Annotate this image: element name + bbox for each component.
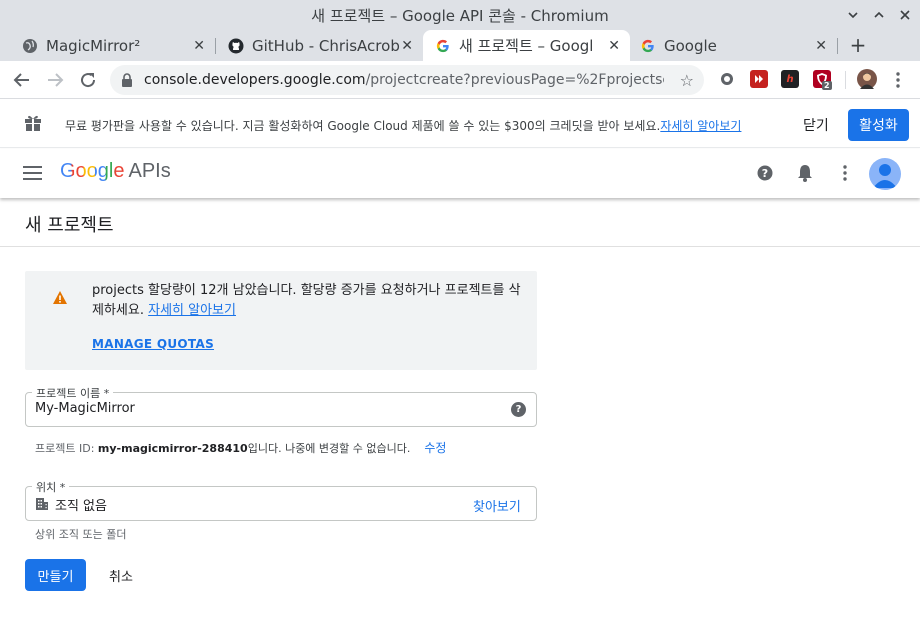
banner-learn-more-link[interactable]: 자세히 알아보기 [660, 119, 741, 133]
create-button[interactable]: 만들기 [25, 559, 86, 591]
tab-strip: MagicMirror² ✕ GitHub - ChrisAcrob ✕ 새 프… [0, 30, 920, 61]
url-text: console.developers.google.com/projectcre… [144, 72, 664, 88]
profile-avatar-icon[interactable] [857, 69, 877, 89]
project-name-input[interactable]: My-MagicMirror [35, 401, 135, 416]
help-icon[interactable]: ? [755, 163, 775, 183]
cancel-button[interactable]: 취소 [109, 566, 133, 585]
extension-badge: 2 [822, 81, 832, 90]
lock-icon [122, 73, 132, 87]
tab-new-project[interactable]: 새 프로젝트 – Googl ✕ [423, 30, 630, 61]
help-icon[interactable]: ? [511, 402, 526, 417]
extension-play-icon[interactable] [750, 70, 768, 88]
more-vertical-icon [896, 72, 900, 88]
tab-close-icon[interactable]: ✕ [608, 38, 620, 54]
banner-dismiss-button[interactable]: 닫기 [803, 115, 829, 135]
project-id-hint: 프로젝트 ID: my-magicmirror-288410입니다. 나중에 변… [35, 441, 447, 455]
google-apis-logo[interactable]: Google APIs [60, 160, 171, 183]
github-icon [228, 38, 244, 54]
extension-ublock-icon[interactable]: 2 [813, 70, 832, 90]
project-name-label: 프로젝트 이름 * [32, 385, 114, 401]
location-value: 조직 없음 [55, 499, 107, 514]
app-bar: Google APIs ? [0, 149, 920, 198]
google-g-icon [640, 38, 656, 54]
tab-label: MagicMirror² [46, 36, 141, 55]
window-titlebar: 새 프로젝트 – Google API 콘솔 - Chromium [0, 0, 920, 30]
notice-learn-more-link[interactable]: 자세히 알아보기 [148, 303, 236, 318]
notifications-bell-icon[interactable] [795, 163, 815, 183]
menu-hamburger-icon[interactable] [23, 166, 42, 180]
forward-button[interactable] [43, 68, 67, 92]
location-label: 위치 * [32, 479, 70, 495]
arrow-right-icon [48, 73, 64, 87]
window-maximize-icon[interactable] [870, 6, 888, 24]
browser-toolbar: console.developers.google.com/projectcre… [0, 61, 920, 99]
gift-icon [25, 115, 41, 131]
arrow-left-icon [13, 73, 29, 87]
address-bar[interactable]: console.developers.google.com/projectcre… [110, 65, 704, 95]
banner-text: 무료 평가판을 사용할 수 있습니다. 지금 활성화하여 Google Clou… [65, 119, 742, 133]
tab-close-icon[interactable]: ✕ [193, 38, 205, 54]
window-title: 새 프로젝트 – Google API 콘솔 - Chromium [311, 6, 609, 25]
window-menu-icon[interactable] [844, 6, 862, 24]
banner-activate-button[interactable]: 활성화 [848, 109, 909, 141]
notice-text: projects 할당량이 12개 남았습니다. 할당량 증가를 요청하거나 프… [92, 283, 521, 318]
svg-text:?: ? [762, 167, 768, 180]
reload-icon [81, 73, 96, 88]
edit-project-id-link[interactable]: 수정 [424, 441, 446, 455]
location-hint: 상위 조직 또는 폴더 [35, 528, 127, 541]
browser-menu-button[interactable] [886, 68, 910, 92]
extension-h-icon[interactable]: h [781, 70, 799, 88]
browse-location-button[interactable]: 찾아보기 [473, 496, 521, 515]
tab-close-icon[interactable]: ✕ [815, 38, 827, 54]
tab-label: 새 프로젝트 – Googl [459, 37, 594, 55]
tab-label: Google [664, 36, 717, 55]
location-field[interactable]: 위치 * 조직 없음 찾아보기 [25, 479, 537, 521]
window-close-icon[interactable] [896, 6, 914, 24]
free-trial-banner: 무료 평가판을 사용할 수 있습니다. 지금 활성화하여 Google Clou… [0, 100, 920, 148]
tab-google[interactable]: Google ✕ [630, 30, 837, 61]
manage-quotas-link[interactable]: MANAGE QUOTAS [92, 337, 214, 351]
new-tab-button[interactable]: + [848, 33, 868, 57]
tab-magicmirror[interactable]: MagicMirror² ✕ [0, 30, 215, 61]
bookmark-star-icon[interactable]: ☆ [680, 71, 694, 90]
tab-close-icon[interactable]: ✕ [401, 38, 413, 54]
globe-icon [22, 38, 38, 54]
quota-notice: projects 할당량이 12개 남았습니다. 할당량 증가를 요청하거나 프… [25, 271, 537, 370]
google-g-icon [435, 38, 451, 54]
project-name-field[interactable]: 프로젝트 이름 * My-MagicMirror ? [25, 385, 537, 427]
building-icon [36, 498, 48, 510]
extension-circle-icon[interactable] [718, 70, 736, 88]
reload-button[interactable] [76, 68, 100, 92]
back-button[interactable] [10, 68, 34, 92]
warning-icon [53, 291, 67, 304]
account-avatar-icon[interactable] [869, 158, 901, 190]
tab-label: GitHub - ChrisAcrob [252, 36, 400, 55]
page-title: 새 프로젝트 [25, 215, 114, 236]
tab-github[interactable]: GitHub - ChrisAcrob ✕ [216, 30, 423, 61]
more-vertical-icon[interactable] [835, 163, 855, 183]
